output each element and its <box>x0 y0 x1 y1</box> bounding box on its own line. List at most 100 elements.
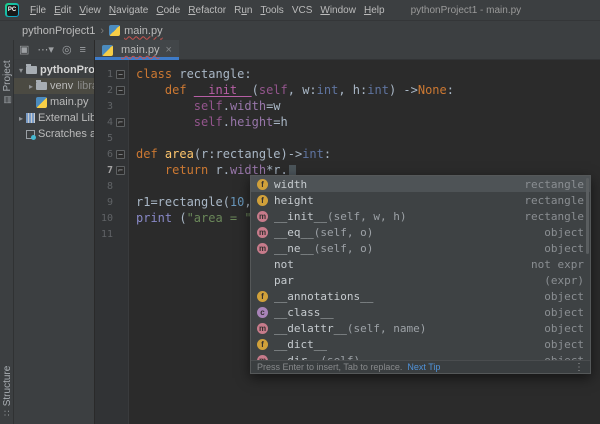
completion-item-class[interactable]: c__class__object <box>251 304 590 320</box>
completion-item-width[interactable]: fwidth rectangle <box>251 176 590 192</box>
menu-item-file[interactable]: File <box>26 5 50 16</box>
breadcrumb-separator-icon: › <box>100 25 104 37</box>
completion-item-eq[interactable]: m__eq__(self, o)object <box>251 224 590 240</box>
structure-icon: ∷ <box>2 410 13 416</box>
menu-item-window[interactable]: Window <box>316 5 360 16</box>
code-line[interactable]: class rectangle: <box>136 66 600 82</box>
fold-open-icon[interactable]: − <box>116 70 125 79</box>
menu-item-navigate[interactable]: Navigate <box>105 5 152 16</box>
completion-label: __dict__ <box>274 338 327 351</box>
code-line[interactable] <box>136 130 600 146</box>
tab-close-icon[interactable]: × <box>166 44 172 56</box>
gutter-line: 6− <box>95 146 128 162</box>
more-icon[interactable]: ⋮ <box>574 362 584 373</box>
method-icon: m <box>257 243 268 254</box>
editor-gutter: 1−2−34⌐56−7⌐891011 <box>95 60 129 424</box>
pycharm-logo-text: PC <box>7 5 18 16</box>
menu-item-help[interactable]: Help <box>360 5 389 16</box>
chevron-right-icon[interactable]: ▸ <box>16 114 26 123</box>
completion-item-ne[interactable]: m__ne__(self, o)object <box>251 240 590 256</box>
completion-item-not[interactable]: notnot expr <box>251 256 590 272</box>
gutter-line: 11 <box>95 226 128 242</box>
project-tree: ▾pythonProject1▸venvlibrary rootmain.py▸… <box>14 62 94 142</box>
fold-end-icon[interactable]: ⌐ <box>116 118 125 127</box>
locate-file-icon[interactable]: ◎ <box>62 43 72 56</box>
completion-item-par[interactable]: par(expr) <box>251 272 590 288</box>
tool-tab-project-label: Project <box>2 60 13 91</box>
line-number: 10 <box>95 213 113 224</box>
tree-item-label: Scratches and Consoles <box>38 128 94 140</box>
tab-main-py[interactable]: main.py × <box>95 40 179 60</box>
completion-tail: (self) <box>320 354 360 361</box>
line-number: 5 <box>95 133 113 144</box>
completion-type: rectangle <box>516 178 584 191</box>
chevron-down-icon[interactable]: ▾ <box>16 66 26 75</box>
menu-item-edit[interactable]: Edit <box>50 5 75 16</box>
code-line[interactable]: def area(r:rectangle)->int: <box>136 146 600 162</box>
line-number: 11 <box>95 229 113 240</box>
completion-type: object <box>536 322 584 335</box>
fold-open-icon[interactable]: − <box>116 150 125 159</box>
popup-scrollbar[interactable] <box>586 178 589 254</box>
fold-open-icon[interactable]: − <box>116 86 125 95</box>
tree-item-pythonproject1[interactable]: ▾pythonProject1 <box>14 62 94 78</box>
line-number: 9 <box>95 197 113 208</box>
python-icon <box>36 97 47 108</box>
code-line[interactable]: self.width=w <box>136 98 600 114</box>
menu-item-code[interactable]: Code <box>152 5 184 16</box>
menu-item-tools[interactable]: Tools <box>256 5 287 16</box>
completion-item-init[interactable]: m__init__(self, w, h)rectangle <box>251 208 590 224</box>
tab-label: main.py <box>121 44 160 56</box>
tree-item-venv[interactable]: ▸venvlibrary root <box>14 78 94 94</box>
menubar: PC FileEditViewNavigateCodeRefactorRunTo… <box>0 0 600 21</box>
breadcrumb-file[interactable]: main.py <box>124 25 163 37</box>
completion-item-delattr[interactable]: m__delattr__(self, name)object <box>251 320 590 336</box>
breadcrumb-project[interactable]: pythonProject1 <box>22 25 95 37</box>
menu-item-run[interactable]: Run <box>230 5 256 16</box>
menu-item-view[interactable]: View <box>75 5 105 16</box>
next-tip-link[interactable]: Next Tip <box>407 362 440 372</box>
menu-item-refactor[interactable]: Refactor <box>184 5 230 16</box>
python-file-icon <box>109 25 120 36</box>
completion-tail: (self, o) <box>314 242 374 255</box>
completion-item-annotations[interactable]: f__annotations__object <box>251 288 590 304</box>
completion-hint: Press Enter to insert, Tab to replace. <box>257 362 402 372</box>
completion-type: rectangle <box>516 210 584 223</box>
breadcrumb: pythonProject1 › main.py <box>0 21 600 40</box>
fold-marker[interactable]: ⌐ <box>113 166 128 175</box>
completion-type: object <box>536 226 584 239</box>
collapse-all-icon[interactable]: ≡ <box>80 44 86 56</box>
completion-popup: fwidthrectanglefheightrectanglem__init__… <box>250 175 591 374</box>
tree-item-external-libraries[interactable]: ▸External Libraries <box>14 110 94 126</box>
tree-item-main-py[interactable]: main.py <box>14 94 94 110</box>
tool-tab-structure[interactable]: ∷ Structure <box>2 366 13 416</box>
completion-item-dir[interactable]: m__dir__(self)object <box>251 352 590 360</box>
fold-end-icon[interactable]: ⌐ <box>116 166 125 175</box>
scratch-icon <box>26 130 35 139</box>
panel-options-icon[interactable]: ⋯▾ <box>37 43 54 56</box>
code-line[interactable]: self.height=h <box>136 114 600 130</box>
method-icon: m <box>257 323 268 334</box>
tree-item-scratches-and-consoles[interactable]: Scratches and Consoles <box>14 126 94 142</box>
field-icon: f <box>257 179 268 190</box>
fold-marker[interactable]: ⌐ <box>113 118 128 127</box>
completion-type: object <box>536 242 584 255</box>
gutter-line: 9 <box>95 194 128 210</box>
code-line[interactable]: def __init__(self, w:int, h:int) ->None: <box>136 82 600 98</box>
completion-item-height[interactable]: fheightrectangle <box>251 192 590 208</box>
line-number: 2 <box>95 85 113 96</box>
completion-label: __annotations__ <box>274 290 373 303</box>
line-number: 1 <box>95 69 113 80</box>
panel-view-icon[interactable]: ▣ <box>19 43 29 56</box>
fold-marker[interactable]: − <box>113 70 128 79</box>
chevron-right-icon[interactable]: ▸ <box>26 82 36 91</box>
completion-list: fwidthrectanglefheightrectanglem__init__… <box>251 176 590 360</box>
completion-label: width <box>274 178 307 191</box>
completion-item-dict[interactable]: f__dict__object <box>251 336 590 352</box>
field-icon: f <box>257 195 268 206</box>
tree-item-annotation: library root <box>77 80 94 92</box>
fold-marker[interactable]: − <box>113 150 128 159</box>
fold-marker[interactable]: − <box>113 86 128 95</box>
menu-item-vcs[interactable]: VCS <box>288 5 317 16</box>
tool-tab-project[interactable]: ▤ Project <box>2 60 13 104</box>
